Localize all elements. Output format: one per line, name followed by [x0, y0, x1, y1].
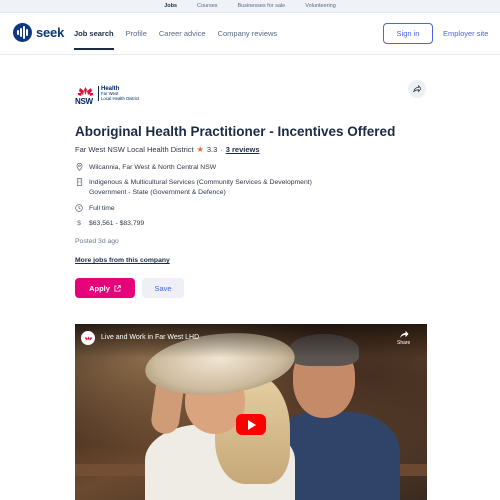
external-link-icon: [114, 284, 121, 292]
nsw-logo-text: NSW: [75, 97, 93, 106]
star-icon: ★: [196, 145, 204, 154]
location-text: Wilcannia, Far West & North Central NSW: [89, 164, 217, 171]
nav-company-reviews[interactable]: Company reviews: [218, 29, 278, 38]
reviews-link[interactable]: 3 reviews: [226, 145, 260, 154]
apply-button[interactable]: Apply: [75, 278, 135, 298]
building-icon: [75, 178, 83, 198]
location-pin-icon: [75, 163, 83, 173]
video-share-icon: [399, 330, 409, 338]
main-nav: Job search Profile Career advice Company…: [74, 29, 289, 50]
share-icon: [413, 85, 421, 93]
seek-logo-icon: [13, 23, 32, 42]
company-logo: NSW Health Far West Local Health Distric…: [75, 86, 139, 110]
sign-in-button[interactable]: Sign in: [383, 23, 433, 44]
top-link-businesses[interactable]: Businesses for sale: [238, 3, 286, 9]
job-salary: $ $63,561 - $83,799: [75, 219, 144, 229]
top-link-jobs[interactable]: Jobs: [164, 3, 177, 9]
nav-profile[interactable]: Profile: [126, 29, 147, 38]
job-category: Indigenous & Multicultural Services (Com…: [75, 178, 312, 198]
top-link-volunteering[interactable]: Volunteering: [305, 3, 336, 9]
nsw-logo: NSW: [75, 86, 96, 110]
video-top-shade: [75, 324, 427, 358]
seek-logo[interactable]: seek: [13, 23, 64, 42]
video-share-label: Share: [397, 340, 411, 346]
top-strip: Jobs Courses Businesses for sale Volunte…: [0, 0, 500, 13]
youtube-play-button[interactable]: [236, 414, 266, 435]
video-player[interactable]: Live and Work in Far West LHD Share: [75, 324, 427, 500]
rating-separator: ·: [220, 145, 223, 154]
video-share-button[interactable]: Share: [397, 330, 410, 346]
save-button[interactable]: Save: [142, 278, 184, 298]
top-link-courses[interactable]: Courses: [197, 3, 217, 9]
play-icon: [248, 419, 256, 430]
channel-avatar[interactable]: [81, 331, 95, 345]
company-line: Far West NSW Local Health District ★ 3.3…: [75, 145, 260, 154]
company-rating: 3.3: [206, 145, 218, 154]
work-type-text: Full time: [89, 205, 115, 212]
seek-logo-text: seek: [36, 25, 65, 40]
video-title[interactable]: Live and Work in Far West LHD: [101, 334, 199, 341]
header: seek Job search Profile Career advice Co…: [0, 13, 500, 55]
nav-job-search[interactable]: Job search: [74, 29, 114, 50]
nav-career-advice[interactable]: Career advice: [159, 29, 206, 38]
waratah-mini-icon: [84, 335, 92, 341]
job-title: Aboriginal Health Practitioner - Incenti…: [75, 124, 396, 139]
clock-icon: [75, 204, 83, 214]
job-location: Wilcannia, Far West & North Central NSW: [75, 163, 216, 173]
district-line-2: Local Health District: [101, 95, 140, 101]
category-line-1[interactable]: Indigenous & Multicultural Services (Com…: [89, 178, 312, 188]
share-button[interactable]: [408, 80, 426, 98]
apply-label: Apply: [89, 283, 110, 293]
employer-site-link[interactable]: Employer site: [443, 29, 488, 38]
company-name[interactable]: Far West NSW Local Health District: [75, 145, 194, 154]
posted-date: Posted 3d ago: [75, 238, 119, 245]
more-jobs-link[interactable]: More jobs from this company: [75, 257, 170, 264]
health-logo-text: Health Far West Local Health District: [98, 86, 140, 102]
waratah-icon: [78, 87, 93, 96]
dollar-icon: $: [77, 220, 81, 227]
category-line-2[interactable]: Government - State (Government & Defence…: [89, 188, 312, 198]
salary-text: $63,561 - $83,799: [89, 220, 145, 227]
job-work-type: Full time: [75, 204, 115, 214]
